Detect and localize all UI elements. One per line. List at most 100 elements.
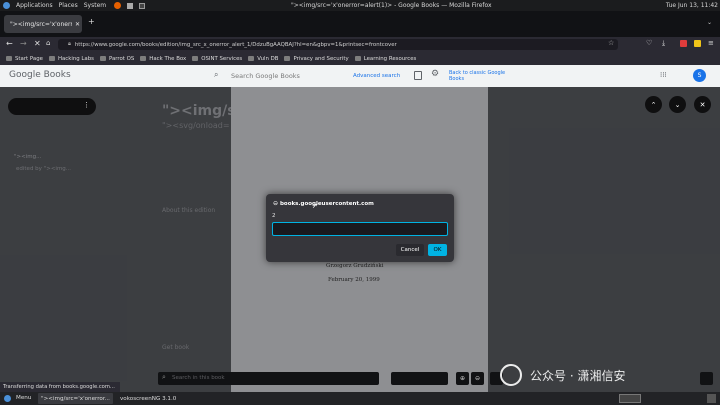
bookmark-label: Parrot OS	[108, 55, 135, 62]
parrot-logo-icon[interactable]	[3, 2, 10, 9]
more-options-icon[interactable]: ⋮	[83, 101, 90, 109]
search-icon: ⌕	[162, 373, 166, 381]
status-text: Transferring data from books.google.com.…	[3, 384, 115, 390]
os-top-panel: Applications Places System "><img/src='x…	[0, 0, 720, 11]
dialog-origin: books.googleusercontent.com	[280, 201, 374, 207]
pocket-icon[interactable]: ♡	[646, 39, 652, 47]
cancel-button[interactable]: Cancel	[396, 244, 424, 256]
edited-by-text: edited by "><img...	[16, 166, 72, 172]
lock-icon: 🔒︎	[68, 41, 71, 47]
cancel-button-label: Cancel	[400, 247, 420, 253]
watermark: 公众号 · 潇湘信安	[500, 363, 625, 387]
os-taskbar: Menu "><img/src='x'onerror... vokoscreen…	[0, 392, 720, 405]
bookmark-privacy-security[interactable]: Privacy and Security	[284, 55, 349, 62]
prompt-text-input[interactable]	[272, 222, 448, 236]
globe-icon: ⊖	[273, 200, 279, 207]
status-bar: Transferring data from books.google.com.…	[0, 382, 120, 392]
search-icon[interactable]: ⌕	[214, 70, 218, 80]
list-all-tabs-icon[interactable]: ⌄	[707, 19, 712, 26]
search-input[interactable]: Search Google Books	[231, 72, 300, 80]
url-text: https://www.google.com/books/edition/img…	[74, 41, 397, 48]
extension-icon[interactable]	[694, 40, 701, 47]
close-icon[interactable]: ✕	[75, 21, 80, 28]
bookmark-label: Learning Resources	[363, 55, 417, 62]
start-menu-icon[interactable]	[4, 395, 11, 402]
url-bar[interactable]: 🔒︎ https://www.google.com/books/edition/…	[58, 39, 618, 50]
viewer-search-input[interactable]: Search in this book	[172, 375, 225, 381]
show-desktop-icon[interactable]	[707, 394, 716, 403]
start-menu-button[interactable]: Menu	[16, 395, 31, 401]
bookmark-learning-resources[interactable]: Learning Resources	[354, 55, 417, 62]
taskbar-task-firefox[interactable]: "><img/src='x'onerror...	[38, 393, 113, 404]
settings-gear-icon[interactable]: ⚙	[431, 69, 439, 79]
home-icon[interactable]: ⌂	[46, 39, 50, 47]
os-menu-system[interactable]: System	[84, 2, 106, 9]
bookmark-hack-the-box[interactable]: Hack The Box	[140, 56, 186, 62]
folder-icon	[284, 56, 291, 61]
zoom-out-button[interactable]: ⊖	[471, 372, 484, 385]
fullscreen-button[interactable]	[700, 372, 713, 385]
page-select[interactable]	[391, 372, 448, 385]
window-title: "><img/src='x'onerror=alert(1)> - Google…	[291, 2, 492, 9]
bookmark-osint-services[interactable]: OSINT Services	[192, 56, 242, 62]
extension-icon[interactable]	[680, 40, 687, 47]
stop-icon[interactable]: ✕	[34, 39, 41, 48]
new-tab-button[interactable]: +	[88, 17, 95, 26]
about-heading: About this edition	[162, 207, 216, 214]
tab-label: "><img/src='x'onerror=...	[10, 20, 72, 28]
bookmark-vuln-db[interactable]: Vuln DB	[248, 56, 278, 62]
bookmark-star-icon[interactable]: ☆	[608, 39, 614, 47]
google-books-logo[interactable]: Google Books	[9, 70, 71, 80]
forward-icon[interactable]: →	[20, 39, 27, 48]
bookmark-parrot-os[interactable]: Parrot OS	[99, 55, 135, 62]
apps-grid-icon[interactable]: ⁞⁞⁞	[660, 71, 667, 79]
menu-icon[interactable]: ≡	[708, 39, 714, 47]
os-menu-applications[interactable]: Applications	[16, 2, 53, 9]
ok-button[interactable]: OK	[428, 244, 447, 256]
dialog-message: 2	[272, 213, 276, 219]
zoom-in-button[interactable]: ⊕	[456, 372, 469, 385]
folder-icon	[99, 56, 106, 61]
advanced-search-link[interactable]: Advanced search	[353, 73, 400, 79]
watermark-text: 公众号 · 潇湘信安	[530, 368, 626, 383]
bookmark-label: Hacking Labs	[57, 55, 94, 62]
folder-icon	[248, 56, 255, 61]
book-author: Grzegorz Grudziński	[326, 263, 384, 269]
previous-result-button[interactable]: ⌃	[645, 96, 662, 113]
bookmark-hacking-labs[interactable]: Hacking Labs	[48, 55, 94, 62]
folder-icon	[192, 56, 199, 61]
book-date: February 20, 1999	[328, 277, 380, 283]
bookmark-label: Hack The Box	[149, 55, 187, 62]
folder-icon	[140, 56, 147, 61]
os-menu-places[interactable]: Places	[59, 2, 78, 9]
back-icon[interactable]: ←	[6, 39, 13, 48]
viewer-search-box[interactable]: ⌕ Search in this book	[158, 372, 379, 385]
library-icon[interactable]	[414, 71, 422, 80]
tab-google-books[interactable]: "><img/src='x'onerror=... ✕	[4, 15, 82, 33]
close-viewer-button[interactable]: ✕	[694, 96, 711, 113]
back-to-classic-link[interactable]: Back to classic Google Books	[449, 70, 507, 82]
launcher-icon[interactable]	[127, 2, 134, 9]
folder-icon	[48, 56, 55, 61]
terminal-launcher-icon[interactable]	[139, 2, 146, 9]
downloads-icon[interactable]: ⤓	[662, 39, 665, 48]
taskbar-task-vokoscreen[interactable]: vokoscreenNG 3.1.0	[116, 393, 186, 404]
next-result-button[interactable]: ⌄	[669, 96, 686, 113]
clock: Tue Jun 13, 11:42	[665, 2, 718, 9]
mouse-pointer-icon: ➚	[312, 202, 318, 210]
get-book-heading: Get book	[162, 344, 190, 351]
task-label: "><img/src='x'onerror...	[41, 395, 110, 402]
book-subtitle: "><svg/onload=	[162, 121, 230, 130]
avatar[interactable]: S	[693, 69, 706, 82]
bookmark-icon	[6, 56, 12, 61]
bookmarks-toolbar: Start Page Hacking Labs Parrot OS Hack T…	[0, 52, 720, 65]
tab-bar: "><img/src='x'onerror=... ✕ + ⌄	[0, 11, 720, 37]
workspace-switcher[interactable]	[619, 394, 641, 403]
bookmark-label: Start Page	[15, 55, 43, 62]
folder-icon	[354, 56, 361, 61]
wechat-icon	[500, 364, 522, 386]
bookmark-start-page[interactable]: Start Page	[6, 56, 43, 62]
firefox-launcher-icon[interactable]	[114, 2, 122, 9]
book-menu-pill[interactable]: ⋮	[8, 98, 96, 115]
bookmark-label: Privacy and Security	[293, 55, 349, 62]
